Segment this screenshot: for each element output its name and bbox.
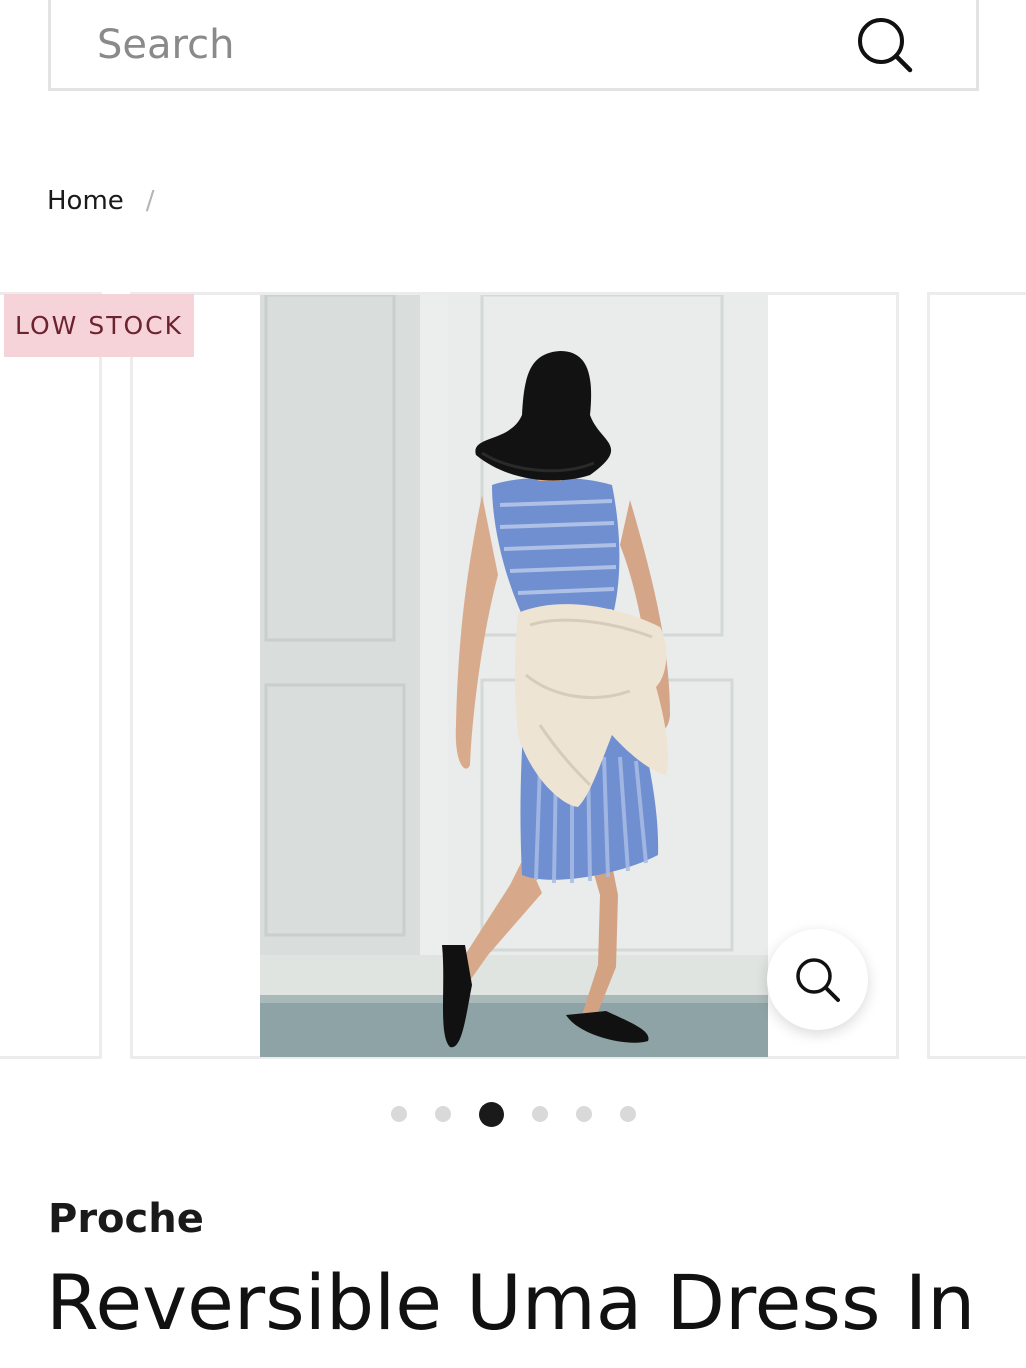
search-button[interactable] [856, 16, 914, 74]
search-bar [48, 0, 979, 91]
product-page: Home / [0, 0, 1026, 1368]
zoom-button[interactable] [767, 929, 868, 1030]
search-input[interactable] [97, 10, 797, 68]
gallery-dot-5[interactable] [575, 1106, 592, 1122]
next-slide[interactable] [927, 292, 1026, 1059]
product-title: Reversible Uma Dress In [46, 1258, 976, 1347]
gallery-dot-6[interactable] [619, 1106, 636, 1122]
low-stock-badge: LOW STOCK [4, 294, 194, 357]
breadcrumb: Home / [47, 186, 155, 216]
gallery-dot-2[interactable] [434, 1106, 451, 1122]
zoom-icon [795, 957, 840, 1002]
previous-slide[interactable] [0, 292, 102, 1059]
search-icon [858, 18, 913, 73]
gallery-pagination [0, 1100, 1026, 1128]
product-image[interactable] [260, 295, 768, 1057]
product-vendor[interactable]: Proche [48, 1196, 204, 1242]
breadcrumb-home-link[interactable]: Home [47, 186, 124, 216]
gallery-dot-3[interactable] [478, 1101, 504, 1127]
gallery-dot-4[interactable] [531, 1106, 548, 1122]
breadcrumb-separator: / [145, 186, 155, 216]
gallery-dot-1[interactable] [390, 1106, 407, 1122]
